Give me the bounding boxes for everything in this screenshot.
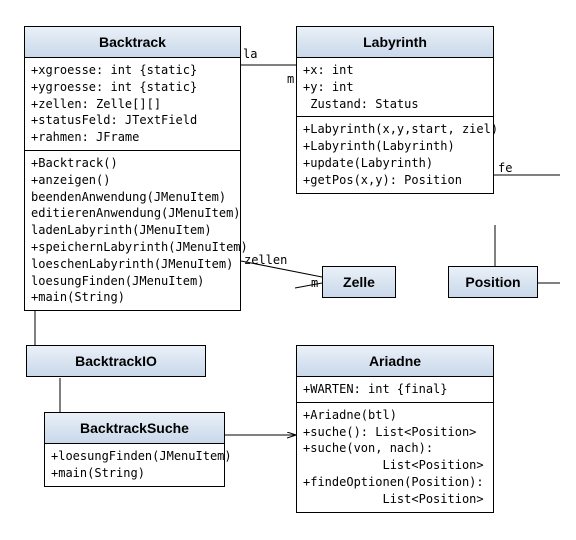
multiplicity-m-left: m	[287, 72, 294, 86]
assoc-label-fe: fe	[498, 161, 512, 175]
class-position: Position	[448, 266, 538, 298]
class-zelle: Zelle	[322, 266, 396, 298]
class-title: BacktrackSuche	[45, 413, 224, 444]
class-attributes: +x: int +y: int Zustand: Status	[297, 58, 493, 117]
assoc-label-zellen: zellen	[244, 253, 287, 267]
class-title: Ariadne	[297, 346, 493, 377]
class-backtrack: Backtrack +xgroesse: int {static} +ygroe…	[24, 26, 241, 311]
class-backtracksuche: BacktrackSuche +loesungFinden(JMenuItem)…	[44, 412, 225, 487]
uml-diagram: Backtrack +xgroesse: int {static} +ygroe…	[0, 0, 576, 540]
class-title: Position	[465, 274, 520, 290]
class-title: BacktrackIO	[75, 353, 157, 369]
class-operations: +Ariadne(btl) +suche(): List<Position> +…	[297, 403, 493, 512]
class-operations: +loesungFinden(JMenuItem) +main(String)	[45, 444, 224, 486]
class-ariadne: Ariadne +WARTEN: int {final} +Ariadne(bt…	[296, 345, 494, 513]
class-operations: +Backtrack() +anzeigen() beendenAnwendun…	[25, 151, 240, 310]
class-attributes: +WARTEN: int {final}	[297, 377, 493, 403]
class-operations: +Labyrinth(x,y,start, ziel) +Labyrinth(L…	[297, 117, 493, 192]
class-labyrinth: Labyrinth +x: int +y: int Zustand: Statu…	[296, 26, 494, 194]
class-title: Backtrack	[25, 27, 240, 58]
class-title: Zelle	[343, 274, 375, 290]
assoc-label-la: la	[243, 47, 257, 61]
class-attributes: +xgroesse: int {static} +ygroesse: int {…	[25, 58, 240, 151]
multiplicity-m-right: m	[311, 276, 318, 290]
class-backtrackio: BacktrackIO	[26, 345, 206, 377]
class-title: Labyrinth	[297, 27, 493, 58]
